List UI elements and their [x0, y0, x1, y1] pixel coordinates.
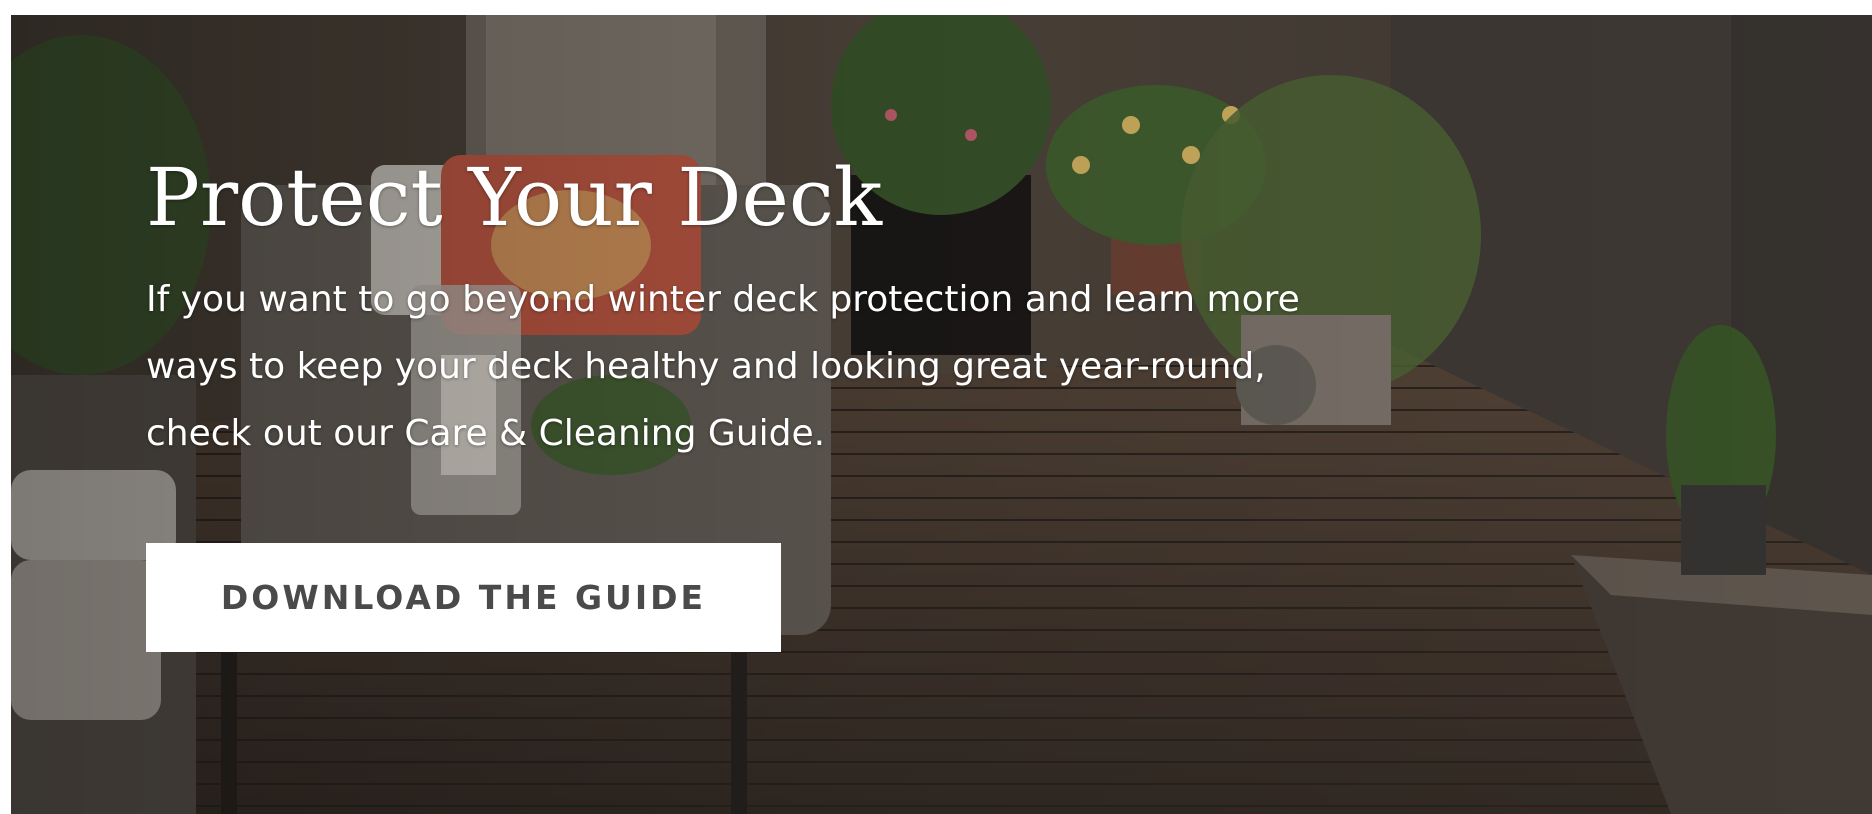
- download-guide-button[interactable]: DOWNLOAD THE GUIDE: [146, 543, 781, 652]
- hero-content: Protect Your Deck If you want to go beyo…: [146, 150, 1446, 467]
- hero-description: If you want to go beyond winter deck pro…: [146, 279, 1300, 454]
- hero-title: Protect Your Deck: [146, 151, 883, 244]
